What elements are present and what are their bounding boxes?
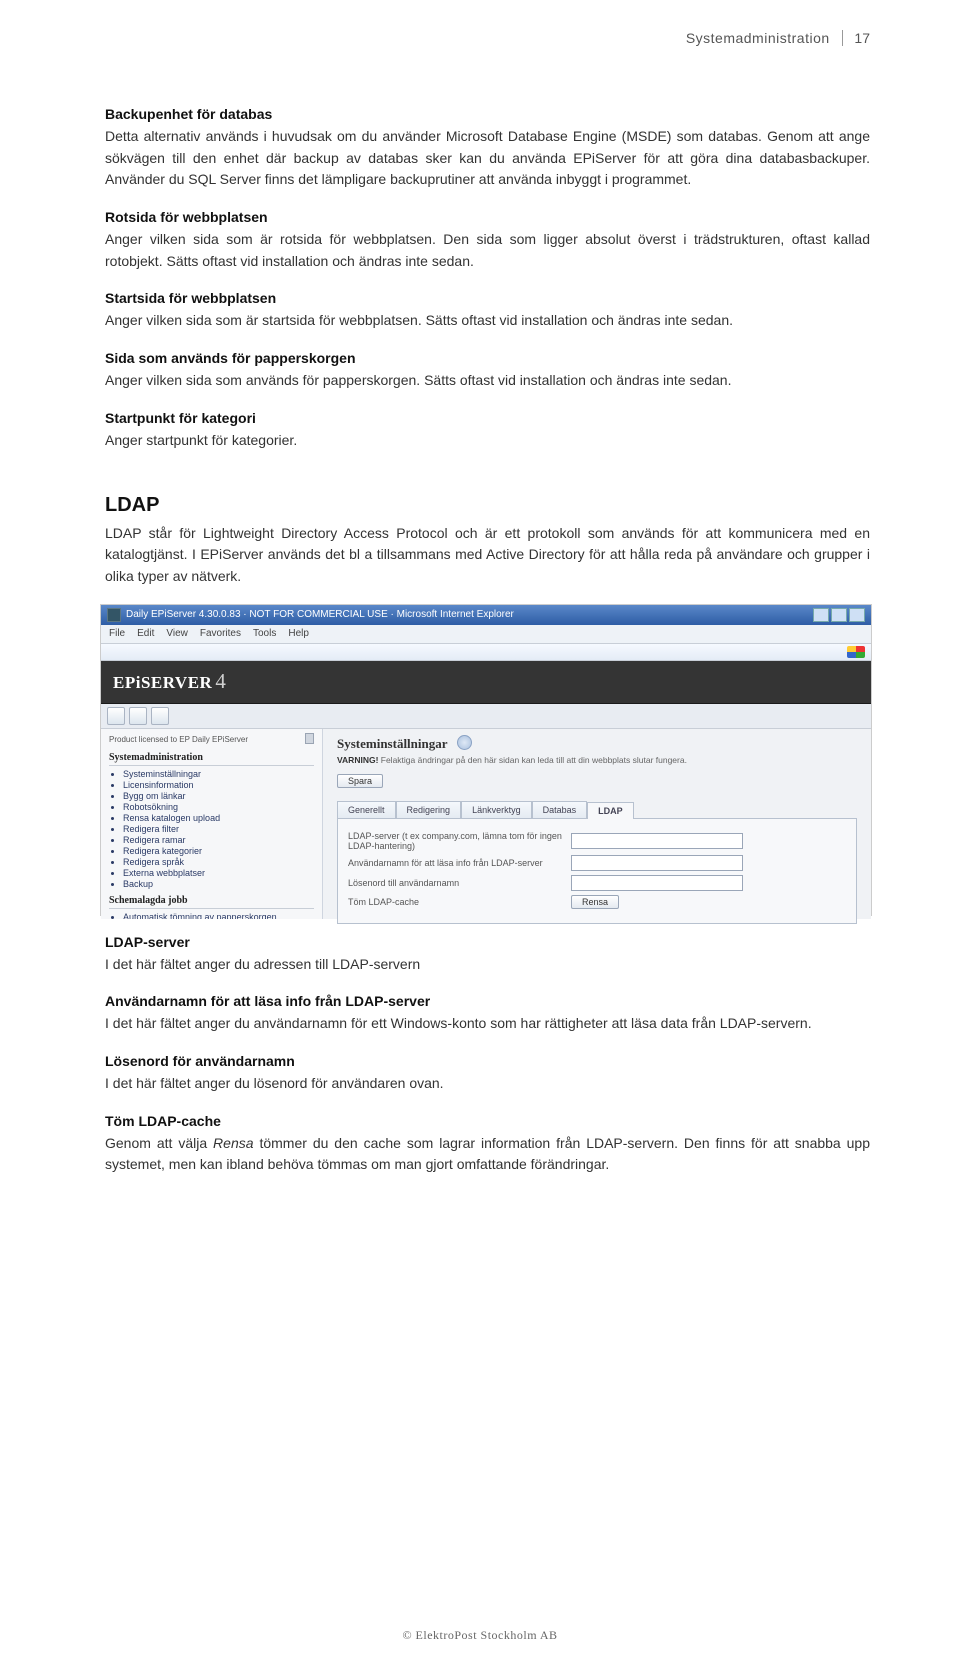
para-category: Anger startpunkt för kategorier.: [105, 430, 870, 452]
browser-throbber-bar: [101, 644, 871, 661]
toolbar-icon[interactable]: [107, 707, 125, 725]
sidebar-item[interactable]: Robotsökning: [123, 802, 314, 812]
admin-sidebar: Product licensed to EP Daily EPiServer S…: [101, 729, 323, 919]
heading-ldap-server: LDAP-server: [105, 934, 870, 950]
heading-rootpage: Rotsida för webbplatsen: [105, 209, 870, 225]
header-separator: [842, 30, 843, 46]
windows-flag-icon: [847, 646, 865, 658]
sidebar-item[interactable]: Redigera språk: [123, 857, 314, 867]
sidebar-list-admin: Systeminställningar Licensinformation By…: [109, 769, 314, 889]
toolbar-icon[interactable]: [151, 707, 169, 725]
browser-menubar: File Edit View Favorites Tools Help: [101, 625, 871, 644]
menu-file[interactable]: File: [109, 628, 125, 639]
para-ldap-username: I det här fältet anger du användarnamn f…: [105, 1013, 870, 1035]
label-ldap-clear-cache: Töm LDAP-cache: [348, 897, 563, 907]
sidebar-scroll-up[interactable]: [305, 733, 314, 744]
para-rootpage: Anger vilken sida som är rotsida för web…: [105, 229, 870, 272]
clear-cache-button[interactable]: Rensa: [571, 895, 619, 909]
tab-lankverktyg[interactable]: Länkverktyg: [461, 801, 532, 818]
chapter-label: Systemadministration: [686, 30, 830, 46]
heading-startpage: Startsida för webbplatsen: [105, 290, 870, 306]
maximize-icon[interactable]: [831, 608, 847, 622]
para-backup: Detta alternativ används i huvudsak om d…: [105, 126, 870, 191]
minimize-icon[interactable]: [813, 608, 829, 622]
menu-edit[interactable]: Edit: [137, 628, 154, 639]
tab-generellt[interactable]: Generellt: [337, 801, 396, 818]
heading-ldap-password: Lösenord för användarnamn: [105, 1053, 870, 1069]
sidebar-item[interactable]: Licensinformation: [123, 780, 314, 790]
heading-ldap: LDAP: [105, 494, 870, 517]
toolbar-icon[interactable]: [129, 707, 147, 725]
sidebar-item[interactable]: Automatisk tömning av papperskorgen: [123, 912, 314, 919]
page-number: 17: [854, 30, 870, 46]
input-ldap-user[interactable]: [571, 855, 743, 871]
sidebar-item[interactable]: Redigera filter: [123, 824, 314, 834]
admin-toolbar: [101, 704, 871, 729]
para-startpage: Anger vilken sida som är startsida för w…: [105, 310, 870, 332]
sidebar-item[interactable]: Systeminställningar: [123, 769, 314, 779]
heading-category: Startpunkt för kategori: [105, 410, 870, 426]
license-label: Product licensed to EP Daily EPiServer: [109, 735, 314, 744]
menu-tools[interactable]: Tools: [253, 628, 276, 639]
window-titlebar: Daily EPiServer 4.30.0.83 · NOT FOR COMM…: [101, 605, 871, 625]
sidebar-item[interactable]: Bygg om länkar: [123, 791, 314, 801]
para-ldap-intro: LDAP står för Lightweight Directory Acce…: [105, 523, 870, 588]
sidebar-item[interactable]: Externa webbplatser: [123, 868, 314, 878]
heading-ldap-cache: Töm LDAP-cache: [105, 1113, 870, 1129]
window-buttons: [813, 608, 865, 622]
sidebar-item[interactable]: Redigera kategorier: [123, 846, 314, 856]
tab-ldap[interactable]: LDAP: [587, 802, 634, 819]
menu-favorites[interactable]: Favorites: [200, 628, 241, 639]
save-button[interactable]: Spara: [337, 774, 383, 788]
menu-view[interactable]: View: [166, 628, 188, 639]
label-ldap-server: LDAP-server (t ex company.com, lämna tom…: [348, 831, 563, 851]
window-title: Daily EPiServer 4.30.0.83 · NOT FOR COMM…: [126, 609, 514, 620]
page-title: Systeminställningar: [337, 736, 447, 751]
para-ldap-server: I det här fältet anger du adressen till …: [105, 954, 870, 976]
para-ldap-cache: Genom att välja Rensa tömmer du den cach…: [105, 1133, 870, 1176]
tab-databas[interactable]: Databas: [532, 801, 588, 818]
sidebar-list-jobs: Automatisk tömning av papperskorgen Arki…: [109, 912, 314, 919]
tab-redigering[interactable]: Redigering: [396, 801, 462, 818]
episerver-logo: EPiSERVER4: [113, 671, 226, 692]
label-ldap-user: Användarnamn för att läsa info från LDAP…: [348, 858, 563, 868]
page-footer: © ElektroPost Stockholm AB: [0, 1628, 960, 1643]
input-ldap-password[interactable]: [571, 875, 743, 891]
heading-backup: Backupenhet för databas: [105, 106, 870, 122]
para-ldap-password: I det här fältet anger du lösenord för a…: [105, 1073, 870, 1095]
sidebar-heading-admin: Systemadministration: [109, 752, 314, 766]
episerver-brandbar: EPiSERVER4: [101, 661, 871, 704]
ie-icon: [107, 608, 121, 622]
input-ldap-server[interactable]: [571, 833, 743, 849]
tab-content-ldap: LDAP-server (t ex company.com, lämna tom…: [337, 818, 857, 924]
admin-main: Systeminställningar VARNING! Felaktiga ä…: [323, 729, 871, 919]
heading-trashpage: Sida som används för papperskorgen: [105, 350, 870, 366]
menu-help[interactable]: Help: [288, 628, 309, 639]
heading-ldap-username: Användarnamn för att läsa info från LDAP…: [105, 993, 870, 1009]
sidebar-heading-jobs: Schemalagda jobb: [109, 895, 314, 909]
help-icon[interactable]: [457, 735, 472, 750]
sidebar-item[interactable]: Rensa katalogen upload: [123, 813, 314, 823]
warning-text: VARNING! Felaktiga ändringar på den här …: [337, 755, 857, 765]
sidebar-item[interactable]: Redigera ramar: [123, 835, 314, 845]
settings-tabs: Generellt Redigering Länkverktyg Databas…: [337, 801, 857, 818]
close-icon[interactable]: [849, 608, 865, 622]
sidebar-item[interactable]: Backup: [123, 879, 314, 889]
page-header: Systemadministration 17: [686, 30, 870, 46]
para-trashpage: Anger vilken sida som används för papper…: [105, 370, 870, 392]
label-ldap-password: Lösenord till användarnamn: [348, 878, 563, 888]
screenshot-ldap-settings: Daily EPiServer 4.30.0.83 · NOT FOR COMM…: [100, 604, 872, 916]
